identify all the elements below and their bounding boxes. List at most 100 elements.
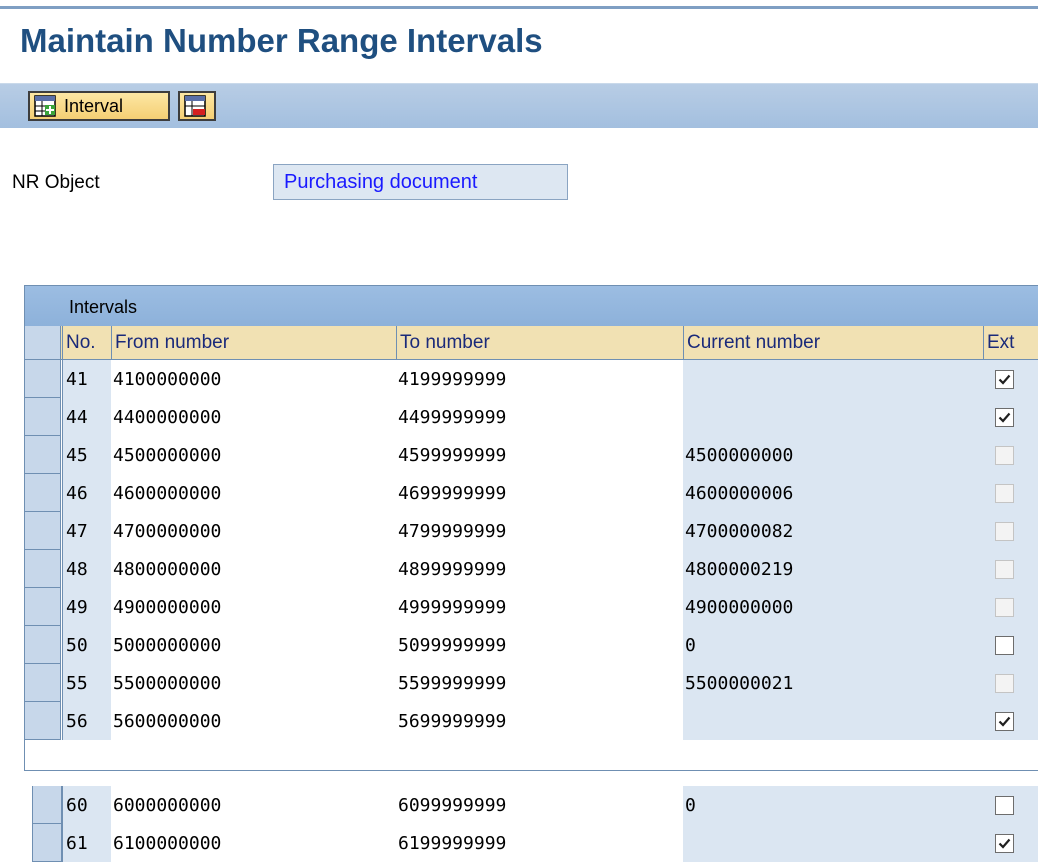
- cell-from-number[interactable]: 6100000000: [111, 824, 396, 862]
- cell-current-number[interactable]: [683, 360, 983, 398]
- cell-to-number[interactable]: 6199999999: [396, 824, 683, 862]
- cell-current-number[interactable]: 4800000219: [683, 550, 983, 588]
- row-selector[interactable]: [32, 824, 62, 862]
- cell-no: 41: [62, 360, 111, 398]
- column-header-current-number[interactable]: Current number: [683, 326, 983, 359]
- cell-from-number[interactable]: 5600000000: [111, 702, 396, 740]
- cell-from-number[interactable]: 4500000000: [111, 436, 396, 474]
- cell-to-number[interactable]: 5099999999: [396, 626, 683, 664]
- insert-interval-button[interactable]: Interval: [28, 91, 170, 121]
- delete-interval-button[interactable]: [178, 91, 216, 121]
- table-row: 45 4500000000 4599999999 4500000000: [25, 436, 1038, 474]
- cell-no: 48: [62, 550, 111, 588]
- cell-ext: [983, 588, 1038, 626]
- table-row: 55 5500000000 5599999999 5500000021: [25, 664, 1038, 702]
- intervals-table: Intervals No. From number To number Curr…: [24, 285, 1038, 771]
- cell-from-number[interactable]: 4600000000: [111, 474, 396, 512]
- row-selector[interactable]: [25, 702, 61, 740]
- cell-to-number[interactable]: 4499999999: [396, 398, 683, 436]
- cell-from-number[interactable]: 4900000000: [111, 588, 396, 626]
- ext-checkbox[interactable]: [995, 712, 1014, 731]
- delete-interval-icon: [184, 95, 206, 117]
- top-divider: [0, 6, 1038, 9]
- cell-current-number[interactable]: 4700000082: [683, 512, 983, 550]
- cell-to-number[interactable]: 5699999999: [396, 702, 683, 740]
- ext-checkbox[interactable]: [995, 370, 1014, 389]
- table-row: 41 4100000000 4199999999: [25, 360, 1038, 398]
- cell-from-number[interactable]: 4100000000: [111, 360, 396, 398]
- table-row: 49 4900000000 4999999999 4900000000: [25, 588, 1038, 626]
- row-selector[interactable]: [25, 474, 61, 512]
- intervals-table-header: No. From number To number Current number…: [25, 326, 1038, 360]
- insert-interval-label: Interval: [64, 95, 124, 116]
- column-header-no[interactable]: No.: [62, 326, 111, 359]
- cell-from-number[interactable]: 4800000000: [111, 550, 396, 588]
- column-header-to-number[interactable]: To number: [396, 326, 683, 359]
- nr-object-field[interactable]: [273, 164, 568, 200]
- cell-ext: [983, 512, 1038, 550]
- cell-ext: [983, 702, 1038, 740]
- cell-current-number[interactable]: 4600000006: [683, 474, 983, 512]
- row-selector[interactable]: [25, 360, 61, 398]
- cell-to-number[interactable]: 6099999999: [396, 786, 683, 824]
- row-selector[interactable]: [25, 398, 61, 436]
- cell-current-number[interactable]: [683, 398, 983, 436]
- table-row: 50 5000000000 5099999999 0: [25, 626, 1038, 664]
- row-selector[interactable]: [25, 512, 61, 550]
- cell-ext: [983, 436, 1038, 474]
- cell-to-number[interactable]: 4899999999: [396, 550, 683, 588]
- row-selector[interactable]: [25, 588, 61, 626]
- cell-current-number[interactable]: 0: [683, 626, 983, 664]
- ext-checkbox[interactable]: [995, 834, 1014, 853]
- application-toolbar: Interval: [0, 83, 1038, 128]
- cell-ext: [983, 550, 1038, 588]
- cell-current-number[interactable]: 4500000000: [683, 436, 983, 474]
- cell-from-number[interactable]: 5500000000: [111, 664, 396, 702]
- ext-checkbox: [995, 598, 1014, 617]
- ext-checkbox[interactable]: [995, 636, 1014, 655]
- cell-ext: [983, 626, 1038, 664]
- row-selector[interactable]: [32, 786, 62, 824]
- cell-from-number[interactable]: 6000000000: [111, 786, 396, 824]
- cell-current-number[interactable]: [683, 702, 983, 740]
- ext-checkbox: [995, 674, 1014, 693]
- row-selector[interactable]: [25, 436, 61, 474]
- cell-to-number[interactable]: 4199999999: [396, 360, 683, 398]
- ext-checkbox[interactable]: [995, 408, 1014, 427]
- cell-ext: [983, 664, 1038, 702]
- cell-current-number[interactable]: 0: [683, 786, 983, 824]
- cell-to-number[interactable]: 4599999999: [396, 436, 683, 474]
- cell-current-number[interactable]: 5500000021: [683, 664, 983, 702]
- page-title: Maintain Number Range Intervals: [20, 22, 543, 59]
- column-header-ext[interactable]: Ext: [983, 326, 1038, 359]
- table-row: 44 4400000000 4499999999: [25, 398, 1038, 436]
- row-selector[interactable]: [25, 550, 61, 588]
- cell-current-number[interactable]: [683, 824, 983, 862]
- intervals-table-title: Intervals: [25, 286, 1038, 326]
- cell-ext: [983, 824, 1038, 862]
- cell-no: 44: [62, 398, 111, 436]
- cell-no: 56: [62, 702, 111, 740]
- cell-from-number[interactable]: 4400000000: [111, 398, 396, 436]
- cell-from-number[interactable]: 5000000000: [111, 626, 396, 664]
- select-all-button[interactable]: [25, 326, 61, 359]
- column-header-from-number[interactable]: From number: [111, 326, 396, 359]
- intervals-table-continuation: 60 6000000000 6099999999 0 61 6100000000 61999…: [0, 772, 1038, 865]
- cell-no: 47: [62, 512, 111, 550]
- row-selector[interactable]: [25, 664, 61, 702]
- ext-checkbox: [995, 484, 1014, 503]
- row-selector[interactable]: [25, 626, 61, 664]
- cell-no: 61: [62, 824, 111, 862]
- cell-to-number[interactable]: 4999999999: [396, 588, 683, 626]
- cell-from-number[interactable]: 4700000000: [111, 512, 396, 550]
- cell-to-number[interactable]: 4799999999: [396, 512, 683, 550]
- cell-current-number[interactable]: 4900000000: [683, 588, 983, 626]
- nr-object-label: NR Object: [12, 172, 100, 193]
- cell-no: 45: [62, 436, 111, 474]
- cell-no: 55: [62, 664, 111, 702]
- insert-interval-icon: [34, 95, 56, 117]
- ext-checkbox[interactable]: [995, 796, 1014, 815]
- ext-checkbox: [995, 446, 1014, 465]
- cell-to-number[interactable]: 5599999999: [396, 664, 683, 702]
- cell-to-number[interactable]: 4699999999: [396, 474, 683, 512]
